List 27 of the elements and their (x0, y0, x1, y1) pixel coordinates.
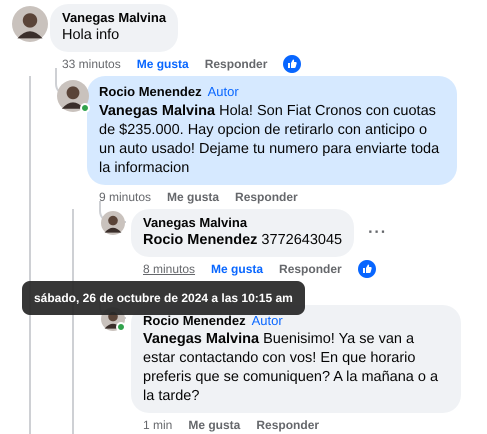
like-link[interactable]: Me gusta (188, 416, 240, 434)
author-name[interactable]: Vanegas Malvina (62, 10, 166, 26)
reply-link[interactable]: Responder (235, 188, 298, 206)
comment-text: Vanegas Malvina Hola! Son Fiat Cronos con cuotas de $235.000. Hay opcion de retirarlo con anticipo o un auto usado! Dejame tu numero para enviarte toda la informacion (99, 102, 440, 178)
author-label: Autor (208, 83, 239, 101)
like-link[interactable]: Me gusta (136, 55, 189, 73)
timestamp-tooltip: sábado, 26 de octubre de 2024 a las 10:15 am (22, 280, 305, 314)
comment-text: Rocio Menendez 3772643045 (143, 230, 342, 250)
more-options-button[interactable]: ··· (368, 220, 388, 244)
like-link[interactable]: Me gusta (167, 188, 220, 206)
comment-text: Hola info (62, 26, 120, 45)
reply-link[interactable]: Responder (279, 260, 342, 278)
avatar[interactable] (57, 80, 89, 112)
author-name[interactable]: Vanegas Malvina (143, 214, 248, 230)
timestamp-link[interactable]: 33 minutos (62, 55, 121, 73)
comment-text: Vanegas Malvina Buenisimo! Ya se van a estar contactando con vos! En que horario preferis que se comuniquen? A la mañana o a la tarde? (143, 330, 440, 406)
avatar[interactable] (12, 6, 48, 42)
reply-link[interactable]: Responder (256, 416, 320, 434)
reply-link[interactable]: Responder (204, 55, 268, 73)
author-label: Autor (252, 312, 283, 330)
like-link[interactable]: Me gusta (211, 260, 264, 278)
timestamp-link[interactable]: 1 min (143, 416, 172, 434)
avatar[interactable] (101, 210, 125, 234)
author-name[interactable]: Rocio Menendez (99, 84, 202, 100)
timestamp-link[interactable]: 9 minutos (99, 188, 152, 206)
timestamp-link[interactable]: 8 minutos (143, 260, 196, 278)
author-name[interactable]: Rocio Menendez (143, 312, 246, 328)
